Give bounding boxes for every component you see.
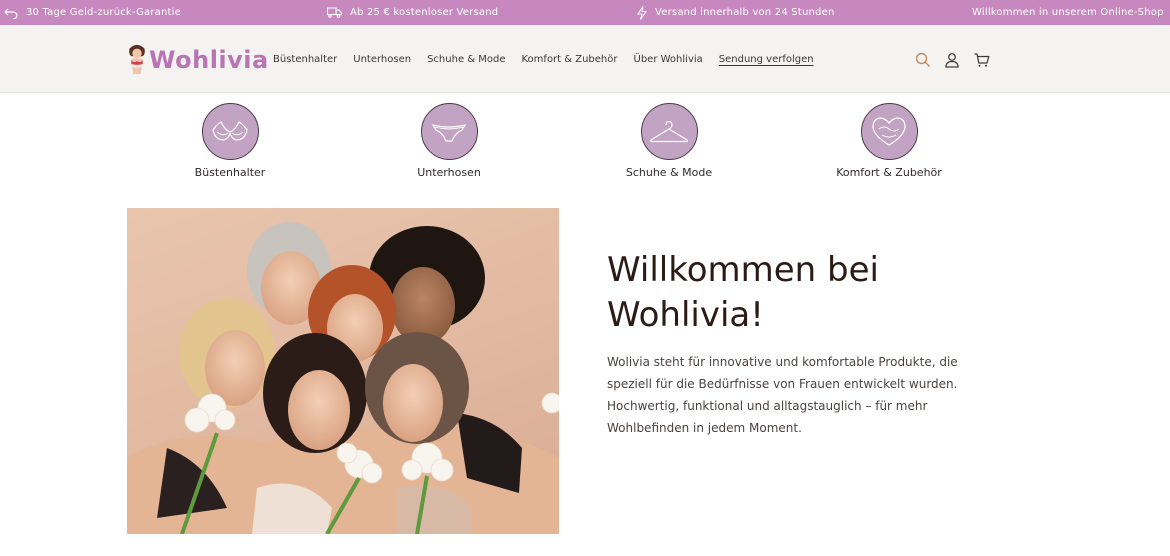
women-group-photo xyxy=(127,222,559,534)
heart-icon xyxy=(872,116,906,146)
category-schuhe-mode[interactable]: Schuhe & Mode xyxy=(604,103,734,179)
category-circle[interactable] xyxy=(201,103,259,160)
brand-name: Wohlivia xyxy=(149,46,269,74)
nav-bustenhalter[interactable]: Büstenhalter xyxy=(273,54,337,65)
category-label: Schuhe & Mode xyxy=(625,166,713,179)
brand-logo[interactable]: Wohlivia xyxy=(126,42,269,78)
nav-sendung-verfolgen[interactable]: Sendung verfolgen xyxy=(719,54,814,65)
category-unterhosen[interactable]: Unterhosen xyxy=(384,103,514,179)
category-label: Komfort & Zubehör xyxy=(836,166,942,179)
logo-figure-icon xyxy=(129,44,145,75)
hero-description: Wolivia steht für innovative und komfort… xyxy=(607,355,958,435)
hero-title: Willkommen bei Wohlivia! xyxy=(607,250,879,335)
category-label: Unterhosen xyxy=(417,166,481,179)
nav-schuhe-mode[interactable]: Schuhe & Mode xyxy=(427,54,505,65)
bra-icon xyxy=(212,120,248,141)
announcement-guarantee: 30 Tage Geld-zurück-Garantie xyxy=(4,0,181,25)
truck-icon xyxy=(327,7,342,18)
category-circle[interactable] xyxy=(860,103,918,160)
announcement-fast-text: Versand innerhalb von 24 Stunden xyxy=(655,7,835,18)
search-icon[interactable] xyxy=(915,52,931,68)
hanger-icon xyxy=(650,120,688,142)
category-circle[interactable] xyxy=(420,103,478,160)
lightning-icon xyxy=(637,5,647,20)
nav-komfort-zubehoer[interactable]: Komfort & Zubehör xyxy=(522,54,618,65)
site-header: Wohlivia Büstenhalter Unterhosen Schuhe … xyxy=(0,25,1170,93)
account-icon[interactable] xyxy=(944,52,960,68)
category-label: Büstenhalter xyxy=(194,166,266,179)
announcement-shipping: Ab 25 € kostenloser Versand xyxy=(327,0,498,25)
announcement-shipping-text: Ab 25 € kostenloser Versand xyxy=(350,7,499,18)
category-bustenhalter[interactable]: Büstenhalter xyxy=(165,103,295,179)
announcement-welcome: Willkommen in unserem Online-Shop xyxy=(972,0,1164,25)
announcement-bar: 30 Tage Geld-zurück-Garantie Ab 25 € kos… xyxy=(0,0,1170,25)
category-circle[interactable] xyxy=(640,103,698,160)
underwear-icon xyxy=(431,123,467,142)
cart-icon[interactable] xyxy=(974,52,990,68)
hero-photo xyxy=(127,208,559,534)
nav-unterhosen[interactable]: Unterhosen xyxy=(353,54,411,65)
announcement-guarantee-text: 30 Tage Geld-zurück-Garantie xyxy=(26,7,182,18)
announcement-welcome-text: Willkommen in unserem Online-Shop xyxy=(972,7,1164,18)
category-komfort-zubehoer[interactable]: Komfort & Zubehör xyxy=(824,103,954,179)
nav-ueber-wohlivia[interactable]: Über Wohlivia xyxy=(634,54,703,65)
announcement-fast: Versand innerhalb von 24 Stunden xyxy=(637,0,834,25)
return-arrow-icon xyxy=(4,8,18,19)
main-nav: Büstenhalter Unterhosen Schuhe & Mode Ko… xyxy=(273,25,814,93)
